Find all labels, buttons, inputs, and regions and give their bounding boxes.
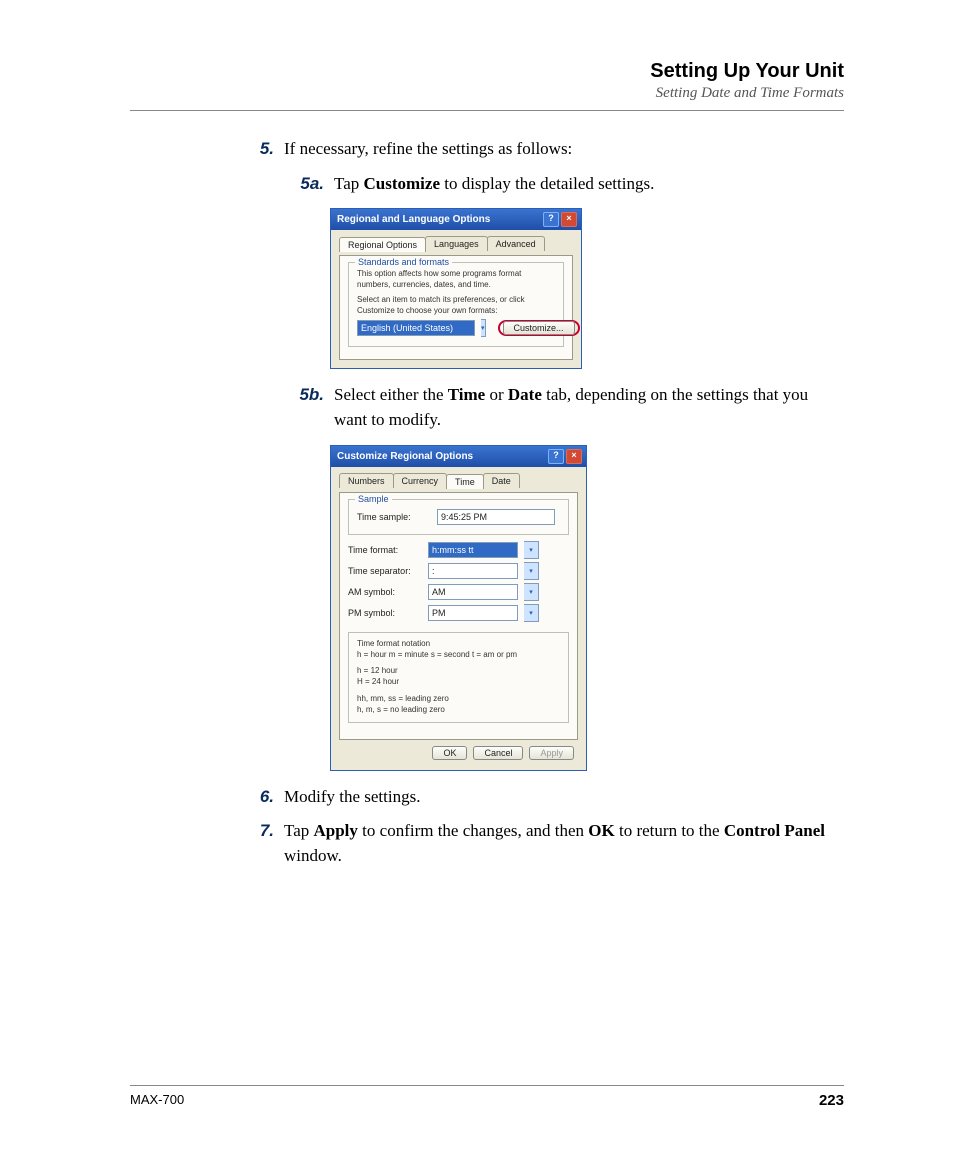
text: window. (284, 846, 342, 865)
text: to return to the (615, 821, 724, 840)
label-time-format: Time format: (348, 545, 422, 555)
chevron-down-icon[interactable]: ▾ (524, 583, 539, 601)
tab-date[interactable]: Date (483, 473, 520, 488)
tab-row: Numbers Currency Time Date (339, 473, 578, 488)
page-footer: MAX-700 223 (130, 1085, 844, 1109)
help-icon[interactable]: ? (543, 212, 559, 227)
text: Select either the (334, 385, 448, 404)
screenshot-regional-options: Regional and Language Options ? × Region… (330, 208, 582, 369)
group-label-sample: Sample (355, 494, 392, 504)
cancel-button[interactable]: Cancel (473, 746, 523, 760)
chevron-down-icon[interactable]: ▾ (481, 319, 486, 337)
chevron-down-icon[interactable]: ▾ (524, 604, 539, 622)
text: Tap (334, 174, 364, 193)
locale-dropdown[interactable]: English (United States) (357, 320, 475, 336)
close-icon[interactable]: × (561, 212, 577, 227)
substep-text: Tap Customize to display the detailed se… (334, 172, 844, 197)
tab-row: Regional Options Languages Advanced (339, 236, 573, 251)
tab-currency[interactable]: Currency (393, 473, 448, 488)
tab-advanced[interactable]: Advanced (487, 236, 545, 251)
screenshot-customize-regional: Customize Regional Options ? × Numbers C… (330, 445, 587, 771)
tab-time[interactable]: Time (446, 474, 484, 489)
label-time-sample: Time sample: (357, 512, 431, 522)
ok-button[interactable]: OK (432, 746, 467, 760)
text: to display the detailed settings. (440, 174, 654, 193)
model-label: MAX-700 (130, 1092, 184, 1109)
chevron-down-icon[interactable]: ▾ (524, 541, 539, 559)
chevron-down-icon[interactable]: ▾ (524, 562, 539, 580)
step-number: 5. (240, 137, 284, 162)
step-text: Modify the settings. (284, 785, 844, 810)
bold-customize: Customize (364, 174, 440, 193)
bold-time: Time (448, 385, 485, 404)
section-title: Setting Date and Time Formats (130, 85, 844, 102)
label-time-separator: Time separator: (348, 566, 422, 576)
customize-button[interactable]: Customize... (503, 321, 575, 335)
window-title: Customize Regional Options (337, 451, 473, 462)
text: or (485, 385, 508, 404)
substep-number: 5b. (280, 383, 334, 432)
bold-date: Date (508, 385, 542, 404)
step-text: If necessary, refine the settings as fol… (284, 137, 844, 162)
close-icon[interactable]: × (566, 449, 582, 464)
highlight-circle: Customize... (498, 320, 580, 336)
time-sample-value: 9:45:25 PM (437, 509, 555, 525)
notation-line: hh, mm, ss = leading zero (357, 694, 560, 705)
chapter-title: Setting Up Your Unit (130, 60, 844, 83)
page-header: Setting Up Your Unit Setting Date and Ti… (130, 60, 844, 111)
notation-line: H = 24 hour (357, 677, 560, 688)
substep-text: Select either the Time or Date tab, depe… (334, 383, 844, 432)
bold-control-panel: Control Panel (724, 821, 825, 840)
label-pm-symbol: PM symbol: (348, 608, 422, 618)
titlebar: Customize Regional Options ? × (331, 446, 586, 467)
tab-regional-options[interactable]: Regional Options (339, 237, 426, 252)
step-7: 7. Tap Apply to confirm the changes, and… (240, 819, 844, 868)
text: to confirm the changes, and then (358, 821, 588, 840)
tab-numbers[interactable]: Numbers (339, 473, 394, 488)
time-format-dropdown[interactable]: h:mm:ss tt (428, 542, 518, 558)
window-title: Regional and Language Options (337, 214, 490, 225)
bold-apply: Apply (314, 821, 358, 840)
bold-ok: OK (588, 821, 614, 840)
dialog-button-row: OK Cancel Apply (339, 740, 578, 762)
time-separator-dropdown[interactable]: : (428, 563, 518, 579)
step-number: 6. (240, 785, 284, 810)
info-text: This option affects how some programs fo… (357, 269, 555, 291)
step-text: Tap Apply to confirm the changes, and th… (284, 819, 844, 868)
label-am-symbol: AM symbol: (348, 587, 422, 597)
substep-5b: 5b. Select either the Time or Date tab, … (280, 383, 844, 432)
step-6: 6. Modify the settings. (240, 785, 844, 810)
substep-5a: 5a. Tap Customize to display the detaile… (280, 172, 844, 197)
substep-number: 5a. (280, 172, 334, 197)
page-number: 223 (819, 1092, 844, 1109)
notation-line: h = hour m = minute s = second t = am or… (357, 650, 560, 661)
group-label: Standards and formats (355, 257, 452, 267)
titlebar: Regional and Language Options ? × (331, 209, 581, 230)
tab-languages[interactable]: Languages (425, 236, 488, 251)
step-5: 5. If necessary, refine the settings as … (240, 137, 844, 162)
pm-symbol-dropdown[interactable]: PM (428, 605, 518, 621)
am-symbol-dropdown[interactable]: AM (428, 584, 518, 600)
notation-line: Time format notation (357, 639, 560, 650)
notation-line: h = 12 hour (357, 666, 560, 677)
apply-button[interactable]: Apply (529, 746, 574, 760)
text: Tap (284, 821, 314, 840)
notation-line: h, m, s = no leading zero (357, 705, 560, 716)
info-text: Select an item to match its preferences,… (357, 295, 555, 317)
step-number: 7. (240, 819, 284, 868)
help-icon[interactable]: ? (548, 449, 564, 464)
